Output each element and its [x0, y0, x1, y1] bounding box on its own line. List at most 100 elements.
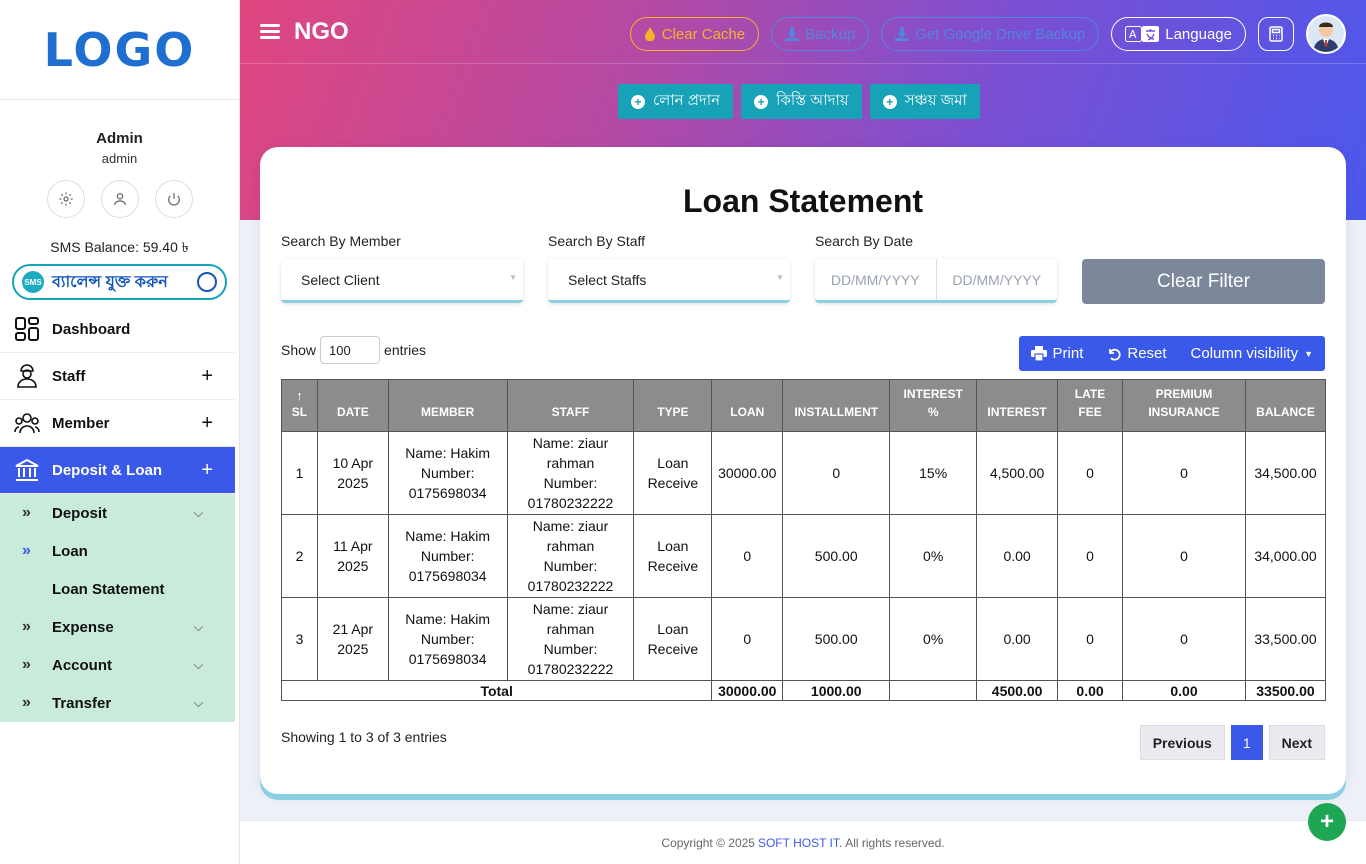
submenu-item-label: Expense: [52, 618, 114, 636]
cell-sl: 1: [281, 431, 318, 515]
table-buttons: Print Reset Column visibility ▼: [1018, 336, 1325, 371]
sidebar-item-member[interactable]: Member +: [0, 400, 235, 447]
company-link[interactable]: SOFT HOST IT.: [758, 836, 842, 850]
user-actions: [0, 180, 239, 218]
cell-date: 11 Apr 2025: [316, 514, 389, 598]
sidebar-item-label: Dashboard: [52, 320, 131, 338]
date-from-field[interactable]: DD/MM/YYYY: [815, 259, 936, 300]
column-header-member[interactable]: MEMBER: [387, 379, 508, 432]
cell-balance: 33,500.00: [1244, 597, 1327, 681]
undo-icon: [1109, 348, 1121, 361]
entries-label: entries: [384, 342, 427, 358]
table-row: 1 10 Apr 2025 Name: Hakim Number: 01756980…: [281, 431, 1327, 515]
table-row: 3 21 Apr 2025 Name: Hakim Number: 01756980…: [281, 597, 1327, 681]
submenu-item-label: Transfer: [52, 694, 112, 712]
loan-give-button[interactable]: + লোন প্রদান: [618, 84, 734, 119]
column-header-balance[interactable]: BALANCE: [1244, 379, 1327, 432]
cell-staff: Name: ziaur rahman Number: 01780232222: [506, 597, 635, 681]
column-header-staff[interactable]: STAFF: [506, 379, 635, 432]
expand-icon[interactable]: +: [201, 365, 213, 388]
logo[interactable]: LOGO: [44, 23, 196, 77]
cell-interest: 4,500.00: [976, 431, 1059, 515]
print-label: Print: [1052, 345, 1084, 362]
submenu-item-loan[interactable]: » Loan: [0, 532, 235, 570]
menu-icon[interactable]: [260, 21, 280, 42]
profile-button[interactable]: [100, 180, 139, 218]
submenu-item-expense[interactable]: » Expense ⌵: [0, 608, 235, 646]
column-header-interest-pct[interactable]: INTEREST %: [889, 379, 978, 432]
column-header-date[interactable]: DATE: [316, 379, 389, 432]
backup-button[interactable]: Backup: [771, 17, 870, 51]
page-title: Loan Statement: [682, 183, 924, 219]
cell-sl: 2: [281, 514, 318, 598]
date-to-field[interactable]: DD/MM/YYYY: [935, 259, 1058, 300]
total-premium: 0.00: [1122, 680, 1246, 701]
sidebar-item-deposit-loan[interactable]: Deposit & Loan +: [0, 447, 235, 494]
expand-icon[interactable]: +: [201, 412, 213, 435]
member-filter: Search By Member Select Client ▼: [281, 233, 548, 303]
cell-staff: Name: ziaur rahman Number: 01780232222: [506, 431, 635, 515]
column-header-interest[interactable]: INTEREST: [976, 379, 1059, 432]
column-header-sl[interactable]: ↑ SL: [281, 379, 318, 432]
quick-actions: + লোন প্রদান + কিস্তি আদায় + সঞ্চয় জমা: [618, 84, 980, 119]
calculator-button[interactable]: [1258, 17, 1294, 51]
member-select-value: Select Client: [301, 271, 380, 288]
loan-statement-table: ↑ SL DATE MEMBER STAFF TYPE LOAN INSTALLM…: [280, 379, 1327, 701]
cell-balance: 34,500.00: [1244, 431, 1327, 515]
add-sms-balance-label: ব্যালেন্স যুক্ত করুন: [52, 273, 168, 291]
language-button[interactable]: A Language: [1111, 17, 1246, 51]
staff-select-value: Select Staffs: [568, 271, 647, 288]
cell-late-fee: 0: [1057, 431, 1124, 515]
page-button-current[interactable]: 1: [1230, 725, 1263, 760]
copyright-text: Copyright © 2025: [661, 835, 755, 850]
next-page-button[interactable]: Next: [1268, 725, 1325, 760]
table-header-row: ↑ SL DATE MEMBER STAFF TYPE LOAN INSTALLM…: [281, 379, 1327, 432]
submenu-item-label: Account: [52, 656, 112, 674]
cell-date: 10 Apr 2025: [316, 431, 389, 515]
column-header-late-fee[interactable]: LATE FEE: [1057, 379, 1124, 432]
rights-text: All rights reserved.: [845, 835, 945, 850]
clear-filter-button[interactable]: Clear Filter: [1082, 259, 1325, 304]
installment-collect-button[interactable]: + কিস্তি আদায়: [741, 84, 862, 119]
add-sms-balance-button[interactable]: SMS ব্যালেন্স যুক্ত করুন: [12, 264, 227, 300]
column-header-loan[interactable]: LOAN: [711, 379, 784, 432]
submenu-item-deposit[interactable]: » Deposit ⌵: [0, 494, 235, 532]
floating-add-button[interactable]: +: [1308, 803, 1346, 841]
date-filter: Search By Date DD/MM/YYYY DD/MM/YYYY: [815, 233, 1082, 303]
caret-down-icon: ▼: [509, 273, 517, 282]
bank-icon: [14, 457, 40, 483]
staff-select[interactable]: Select Staffs ▼: [548, 259, 790, 303]
clear-cache-button[interactable]: Clear Cache: [629, 17, 760, 51]
sidebar-item-staff[interactable]: Staff +: [0, 353, 235, 400]
calculator-icon: [1269, 26, 1283, 42]
reset-button[interactable]: Reset: [1095, 336, 1178, 371]
column-header-installment[interactable]: INSTALLMENT: [782, 379, 891, 432]
drive-backup-button[interactable]: Get Google Drive Backup: [881, 17, 1100, 51]
previous-page-button[interactable]: Previous: [1139, 725, 1225, 760]
submenu-item-loan-statement[interactable]: Loan Statement: [0, 570, 235, 608]
expand-icon[interactable]: +: [201, 459, 213, 482]
entries-input[interactable]: 100: [320, 336, 381, 364]
sidebar-item-dashboard[interactable]: Dashboard: [0, 306, 235, 353]
submenu-item-account[interactable]: » Account ⌵: [0, 646, 235, 684]
total-loan: 30000.00: [711, 680, 784, 701]
topbar: NGO Clear Cache Backup Get Google Drive …: [240, 0, 1366, 64]
logout-button[interactable]: [154, 180, 193, 218]
reset-label: Reset: [1127, 345, 1167, 362]
column-header-premium-insurance[interactable]: PREMIUM INSURANCE: [1122, 379, 1246, 432]
brand-title: NGO: [294, 17, 349, 45]
column-header-type[interactable]: TYPE: [633, 379, 713, 432]
submenu-deposit-loan: » Deposit ⌵ » Loan Loan Statement » Expe…: [0, 494, 235, 722]
member-select[interactable]: Select Client ▼: [281, 259, 523, 303]
total-interest-pct: [889, 680, 978, 701]
print-button[interactable]: Print: [1019, 336, 1096, 371]
savings-deposit-button[interactable]: + সঞ্চয় জমা: [869, 84, 980, 119]
sidebar: LOGO Admin admin SMS Balance: 59.40 ৳ SM…: [0, 0, 240, 864]
column-visibility-button[interactable]: Column visibility ▼: [1179, 336, 1325, 371]
avatar[interactable]: [1306, 14, 1346, 54]
settings-button[interactable]: [46, 180, 85, 218]
loan-give-label: লোন প্রদান: [653, 92, 721, 109]
submenu-item-label: Loan: [52, 542, 88, 560]
submenu-item-transfer[interactable]: » Transfer ⌵: [0, 684, 235, 722]
sort-icon: ↑: [296, 388, 303, 403]
